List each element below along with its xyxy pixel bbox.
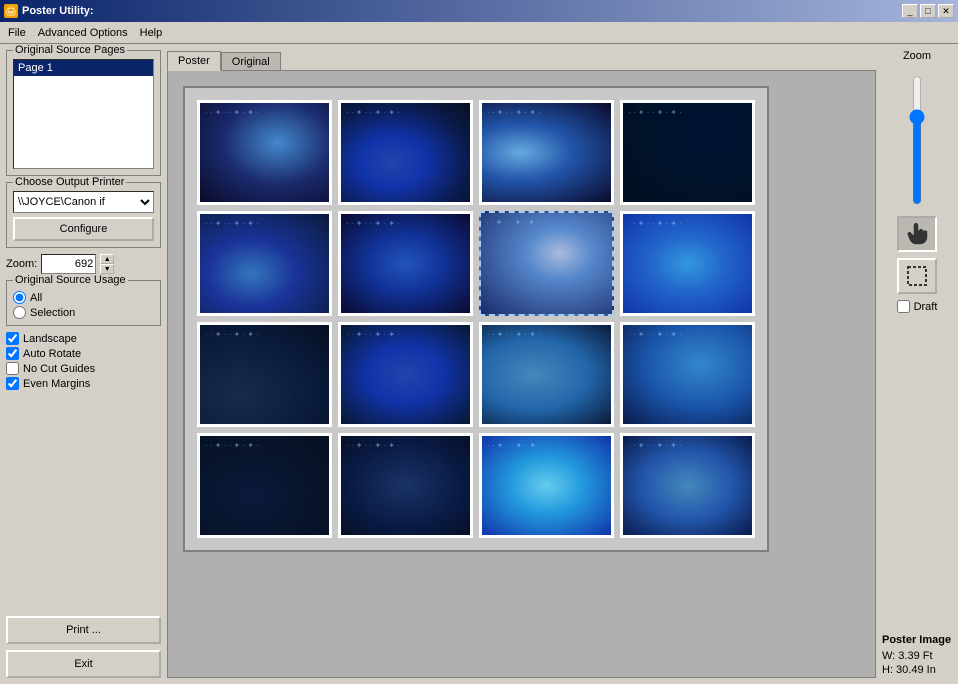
no-cut-guides-label: No Cut Guides bbox=[23, 363, 95, 375]
window-title: Poster Utility: bbox=[22, 5, 94, 17]
landscape-checkbox[interactable] bbox=[6, 332, 19, 345]
poster-inner bbox=[183, 86, 769, 552]
source-usage-title: Original Source Usage bbox=[13, 274, 128, 286]
poster-cell bbox=[479, 211, 614, 316]
poster-cell bbox=[479, 322, 614, 427]
even-margins-row: Even Margins bbox=[6, 377, 161, 390]
radio-all-label: All bbox=[30, 292, 42, 304]
zoom-label: Zoom: bbox=[6, 258, 37, 270]
minimize-button[interactable]: _ bbox=[902, 4, 918, 18]
maximize-button[interactable]: □ bbox=[920, 4, 936, 18]
zoom-spin-buttons: ▲ ▼ bbox=[100, 254, 114, 274]
hand-icon bbox=[906, 223, 928, 245]
output-printer-group: Choose Output Printer \\JOYCE\Canon if C… bbox=[6, 182, 161, 248]
draft-row: Draft bbox=[897, 300, 938, 313]
draft-checkbox[interactable] bbox=[897, 300, 910, 313]
right-zoom-label: Zoom bbox=[903, 50, 931, 62]
poster-cell bbox=[338, 100, 473, 205]
poster-cell bbox=[620, 433, 755, 538]
title-bar-buttons: _ □ ✕ bbox=[902, 4, 954, 18]
right-panel: Zoom Draft Poster Image W: 3.39 Ft H: 30… bbox=[882, 50, 952, 678]
page-list[interactable]: Page 1 bbox=[13, 59, 154, 169]
auto-rotate-label: Auto Rotate bbox=[23, 348, 81, 360]
zoom-down-button[interactable]: ▼ bbox=[100, 264, 114, 274]
poster-cell bbox=[338, 211, 473, 316]
poster-grid bbox=[197, 100, 755, 538]
auto-rotate-checkbox[interactable] bbox=[6, 347, 19, 360]
radio-all-row: All bbox=[13, 291, 154, 304]
draft-label: Draft bbox=[914, 301, 938, 313]
source-pages-title: Original Source Pages bbox=[13, 44, 127, 56]
zoom-slider-container bbox=[907, 70, 927, 210]
source-pages-group: Original Source Pages Page 1 bbox=[6, 50, 161, 176]
poster-cell bbox=[620, 211, 755, 316]
radio-selection[interactable] bbox=[13, 306, 26, 319]
source-usage-group: Original Source Usage All Selection bbox=[6, 280, 161, 326]
menu-advanced-options[interactable]: Advanced Options bbox=[32, 25, 134, 41]
poster-cell bbox=[338, 322, 473, 427]
center-area: Poster Original bbox=[167, 50, 876, 678]
source-usage-radio-group: All Selection bbox=[13, 291, 154, 319]
zoom-row: Zoom: ▲ ▼ bbox=[6, 254, 161, 274]
exit-button[interactable]: Exit bbox=[6, 650, 161, 678]
poster-cell bbox=[197, 100, 332, 205]
zoom-slider[interactable] bbox=[907, 75, 927, 205]
title-bar-left: 🖨 Poster Utility: bbox=[4, 4, 94, 18]
select-tool-button[interactable] bbox=[897, 258, 937, 294]
bottom-buttons: Print ... Exit bbox=[6, 614, 161, 678]
menu-file[interactable]: File bbox=[2, 25, 32, 41]
even-margins-label: Even Margins bbox=[23, 378, 90, 390]
close-button[interactable]: ✕ bbox=[938, 4, 954, 18]
checkboxes-group: Landscape Auto Rotate No Cut Guides Even… bbox=[6, 332, 161, 392]
hand-tool-button[interactable] bbox=[897, 216, 937, 252]
menu-help[interactable]: Help bbox=[134, 25, 169, 41]
menu-bar: File Advanced Options Help bbox=[0, 22, 958, 44]
tabs-bar: Poster Original bbox=[167, 50, 876, 70]
poster-cell bbox=[479, 433, 614, 538]
zoom-up-button[interactable]: ▲ bbox=[100, 254, 114, 264]
poster-height: H: 30.49 In bbox=[882, 664, 952, 676]
even-margins-checkbox[interactable] bbox=[6, 377, 19, 390]
no-cut-guides-checkbox[interactable] bbox=[6, 362, 19, 375]
configure-button[interactable]: Configure bbox=[13, 217, 154, 241]
tab-original[interactable]: Original bbox=[221, 52, 281, 72]
radio-selection-label: Selection bbox=[30, 307, 75, 319]
landscape-label: Landscape bbox=[23, 333, 77, 345]
output-printer-title: Choose Output Printer bbox=[13, 176, 126, 188]
poster-canvas[interactable] bbox=[167, 70, 876, 678]
title-bar: 🖨 Poster Utility: _ □ ✕ bbox=[0, 0, 958, 22]
poster-image-title: Poster Image bbox=[882, 634, 952, 646]
tab-poster[interactable]: Poster bbox=[167, 51, 221, 71]
poster-cell bbox=[197, 322, 332, 427]
page-list-item[interactable]: Page 1 bbox=[14, 60, 153, 76]
no-cut-guides-row: No Cut Guides bbox=[6, 362, 161, 375]
poster-cell bbox=[479, 100, 614, 205]
app-icon: 🖨 bbox=[4, 4, 18, 18]
left-panel: Original Source Pages Page 1 Choose Outp… bbox=[6, 50, 161, 678]
auto-rotate-row: Auto Rotate bbox=[6, 347, 161, 360]
poster-width: W: 3.39 Ft bbox=[882, 650, 952, 662]
poster-cell bbox=[197, 211, 332, 316]
printer-select[interactable]: \\JOYCE\Canon if bbox=[13, 191, 154, 213]
poster-cell bbox=[620, 322, 755, 427]
zoom-input[interactable] bbox=[41, 254, 96, 274]
select-icon bbox=[906, 265, 928, 287]
poster-cell bbox=[197, 433, 332, 538]
main-content: Original Source Pages Page 1 Choose Outp… bbox=[0, 44, 958, 684]
poster-cell bbox=[338, 433, 473, 538]
radio-all[interactable] bbox=[13, 291, 26, 304]
landscape-row: Landscape bbox=[6, 332, 161, 345]
poster-info: Poster Image W: 3.39 Ft H: 30.49 In bbox=[882, 634, 952, 678]
poster-cell bbox=[620, 100, 755, 205]
print-button[interactable]: Print ... bbox=[6, 616, 161, 644]
radio-selection-row: Selection bbox=[13, 306, 154, 319]
